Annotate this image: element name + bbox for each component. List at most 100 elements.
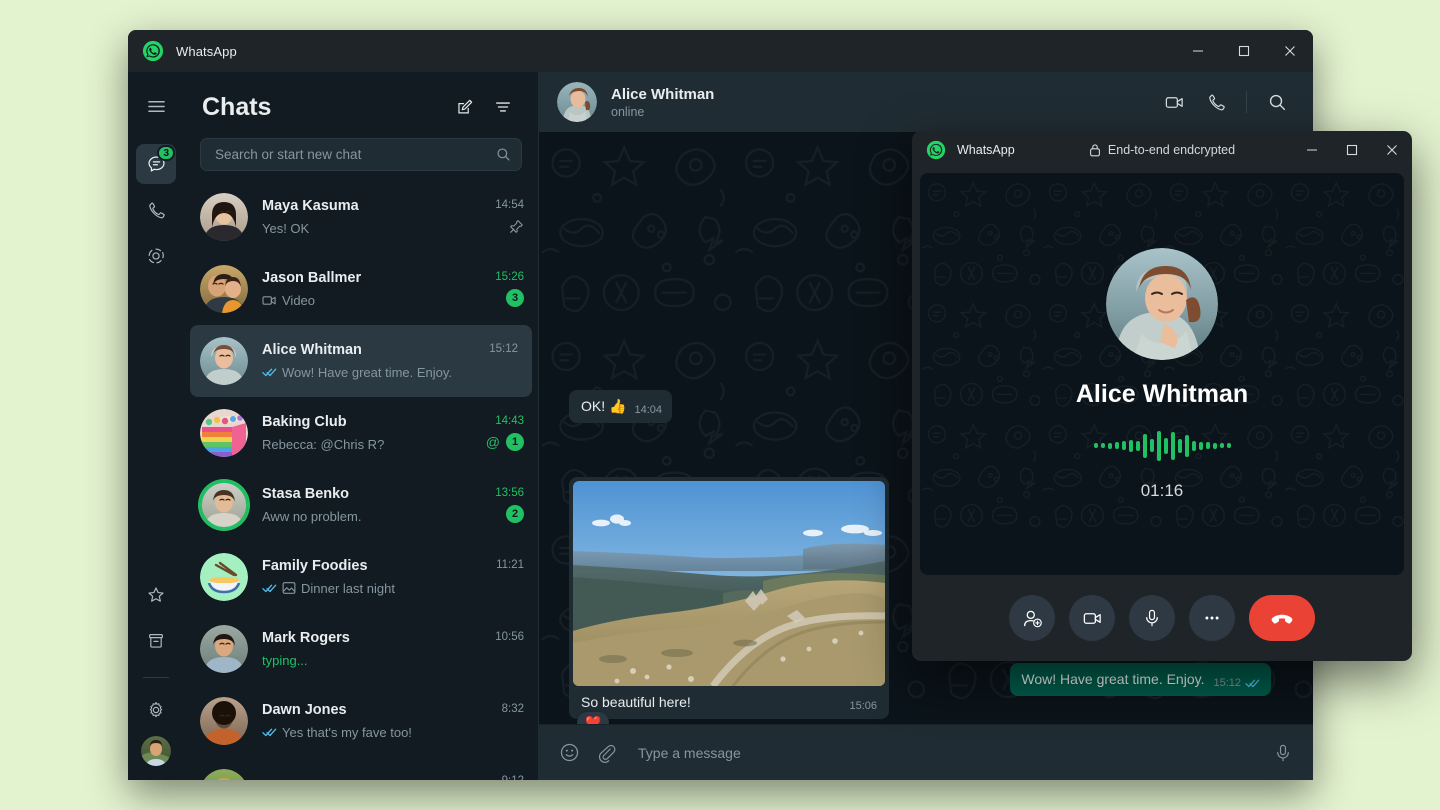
lock-icon (1089, 143, 1101, 157)
maximize-button[interactable] (1221, 30, 1267, 72)
chat-list-item[interactable]: Maya Kasuma Yes! OK 14:54 (184, 181, 538, 253)
chat-list-item[interactable]: Baking Club Rebecca: @Chris R? 14:43 @1 (184, 397, 538, 469)
sidebar-item-settings[interactable] (136, 690, 176, 730)
more-options-button[interactable] (1189, 595, 1235, 641)
chat-list-item[interactable]: Jason Ballmer Video 15:26 3 (184, 253, 538, 325)
unread-count-badge: 1 (506, 433, 524, 451)
sidebar-item-starred[interactable] (136, 575, 176, 615)
waveform-bar (1199, 442, 1203, 450)
toggle-video-button[interactable] (1069, 595, 1115, 641)
search-box[interactable] (200, 138, 522, 171)
call-duration: 01:16 (1141, 481, 1184, 501)
unread-count-badge: 2 (506, 505, 524, 523)
pinned-icon (509, 219, 524, 234)
chat-item-meta: 11:21 (496, 559, 524, 595)
waveform-bar (1122, 441, 1126, 450)
chat-list-item[interactable]: Alice Whitman Wow! Have great time. Enjo… (190, 325, 532, 397)
chat-item-text: Jason Ballmer Video (262, 269, 487, 310)
message-time: 14:04 (634, 404, 662, 416)
chat-item-text: Family Foodies Dinner last night (262, 557, 488, 598)
chat-list-item[interactable]: Stasa Benko Aww no problem. 13:56 2 (184, 469, 538, 541)
whatsapp-logo-icon (142, 40, 164, 62)
end-call-button[interactable] (1249, 595, 1315, 641)
call-app-title: WhatsApp (957, 143, 1015, 157)
sidebar-item-archived[interactable] (136, 621, 176, 661)
call-minimize-button[interactable] (1292, 131, 1332, 169)
new-chat-button[interactable] (448, 90, 482, 124)
chat-item-preview: Wow! Have great time. Enjoy. (262, 363, 481, 382)
message-reaction[interactable]: ❤️ (577, 712, 609, 724)
chat-avatar (200, 193, 248, 241)
chat-list-item[interactable]: Family Foodies Dinner last night 11:21 (184, 541, 538, 613)
minimize-button[interactable] (1175, 30, 1221, 72)
chat-item-preview: Aww no problem. (262, 507, 487, 526)
sidebar-item-calls[interactable] (136, 190, 176, 230)
search-input[interactable] (215, 147, 496, 162)
read-receipt-icon (1245, 678, 1260, 689)
chat-list-header: Chats (184, 72, 538, 130)
attachment-button[interactable] (596, 743, 616, 763)
photo-caption-row: So beautiful here! 15:06 (573, 686, 885, 719)
chat-avatar (200, 265, 248, 313)
rail-divider (143, 677, 169, 678)
waveform-bar (1185, 435, 1189, 457)
chat-list-item[interactable]: Dawn Jones Yes that's my fave too! 8:32 (184, 685, 538, 757)
message-text: So beautiful here! (581, 693, 691, 712)
chat-avatar (200, 625, 248, 673)
waveform-bar (1115, 442, 1119, 449)
chat-item-meta: 14:54 (495, 199, 524, 235)
chat-item-time: 14:54 (495, 199, 524, 211)
chat-avatar (200, 409, 248, 457)
message-text: Wow! Have great time. Enjoy. (1021, 670, 1204, 689)
waveform-bar (1143, 434, 1147, 458)
chat-item-name: Maya Kasuma (262, 197, 487, 216)
message-bubble-wow[interactable]: Wow! Have great time. Enjoy. 15:12 (1010, 663, 1271, 696)
filter-chats-button[interactable] (486, 90, 520, 124)
profile-avatar[interactable] (141, 736, 171, 766)
whatsapp-logo-icon (926, 140, 946, 160)
page-title: Chats (202, 93, 271, 122)
chat-item-name: Family Foodies (262, 557, 488, 576)
search-icon (496, 147, 511, 162)
contact-avatar[interactable] (557, 82, 597, 122)
emoji-button[interactable] (559, 742, 580, 763)
message-input[interactable] (632, 745, 1257, 761)
conversation-header: Alice Whitman online (539, 72, 1313, 132)
chat-item-preview: Yes! OK (262, 219, 487, 238)
app-title: WhatsApp (176, 44, 237, 59)
video-call-button[interactable] (1156, 84, 1192, 120)
message-bubble-ok[interactable]: OK! 👍 14:04 (569, 390, 672, 423)
search-chat-button[interactable] (1259, 84, 1295, 120)
menu-button[interactable] (136, 86, 176, 126)
chat-item-name: Dawn Jones (262, 701, 494, 720)
close-button[interactable] (1267, 30, 1313, 72)
chat-item-badges (509, 217, 524, 235)
call-stage: Alice Whitman 01:16 (920, 173, 1404, 575)
voice-message-button[interactable] (1273, 743, 1293, 763)
chat-item-meta: 15:12 (489, 343, 518, 379)
toggle-mute-button[interactable] (1129, 595, 1175, 641)
chat-item-badges: 2 (506, 505, 524, 523)
waveform-bar (1213, 443, 1217, 449)
waveform-bar (1136, 441, 1140, 451)
chat-list-item[interactable]: Ziggy Woodley 9:12 (184, 757, 538, 780)
chat-list-panel: Chats (184, 72, 539, 780)
photo-attachment[interactable] (573, 481, 885, 686)
message-bubble-photo[interactable]: So beautiful here! 15:06 ❤️ (569, 477, 889, 719)
chats-unread-badge: 3 (157, 145, 175, 161)
sidebar-item-status[interactable] (136, 236, 176, 276)
sidebar-item-chats[interactable]: 3 (136, 144, 176, 184)
call-contact-avatar (1106, 248, 1218, 360)
waveform-bar (1171, 432, 1175, 460)
chat-list-item[interactable]: Mark Rogers typing... 10:56 (184, 613, 538, 685)
waveform-bar (1157, 431, 1161, 461)
chat-rows: Maya Kasuma Yes! OK 14:54 Jason Ballmer … (184, 181, 538, 780)
chat-item-text: Alice Whitman Wow! Have great time. Enjo… (262, 341, 481, 382)
call-close-button[interactable] (1372, 131, 1412, 169)
read-receipt-icon (262, 727, 277, 738)
call-maximize-button[interactable] (1332, 131, 1372, 169)
chat-item-name: Stasa Benko (262, 485, 487, 504)
voice-call-button[interactable] (1198, 84, 1234, 120)
add-participant-button[interactable] (1009, 595, 1055, 641)
read-receipt-icon (262, 583, 277, 594)
